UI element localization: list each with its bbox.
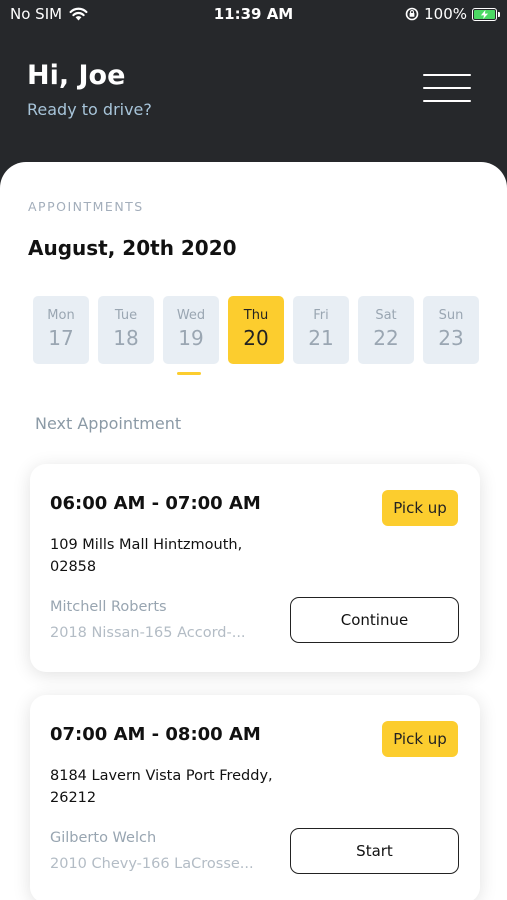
day-indicator (177, 372, 201, 375)
day-selector: Mon 17 Tue 18 Wed 19 Thu 20 Fri 21 Sat 2… (33, 296, 479, 364)
day-name: Fri (313, 308, 329, 323)
day-number: 17 (48, 326, 74, 350)
day-name: Tue (114, 308, 138, 323)
day-name: Sun (438, 308, 464, 323)
battery-charging-icon (472, 7, 500, 21)
address-line-2: 26212 (50, 790, 97, 806)
day-tue[interactable]: Tue 18 (98, 296, 154, 364)
section-label: APPOINTMENTS (28, 199, 144, 214)
address-line-1: 109 Mills Mall Hintzmouth, (50, 537, 243, 553)
day-wed[interactable]: Wed 19 (163, 296, 219, 364)
address-line-1: 8184 Lavern Vista Port Freddy, (50, 768, 273, 784)
appointment-type-badge[interactable]: Pick up (382, 721, 458, 757)
customer-name: Gilberto Welch (50, 830, 157, 846)
day-name: Thu (243, 308, 269, 323)
appointment-time: 06:00 AM - 07:00 AM (50, 493, 261, 514)
appointment-time: 07:00 AM - 08:00 AM (50, 724, 261, 745)
day-number: 18 (113, 326, 139, 350)
hamburger-menu-icon[interactable] (419, 72, 475, 104)
day-fri[interactable]: Fri 21 (293, 296, 349, 364)
day-number: 22 (373, 326, 399, 350)
day-name: Sat (375, 308, 397, 323)
vehicle-info: 2018 Nissan-165 Accord-... (50, 625, 246, 641)
day-number: 23 (438, 326, 464, 350)
day-number: 20 (243, 326, 269, 350)
appointment-address: 109 Mills Mall Hintzmouth, 02858 (50, 534, 310, 578)
appointment-card: 06:00 AM - 07:00 AM Pick up 109 Mills Ma… (30, 464, 480, 672)
appointment-card: 07:00 AM - 08:00 AM Pick up 8184 Lavern … (30, 695, 480, 900)
greeting-subtitle: Ready to drive? (27, 100, 152, 119)
address-line-2: 02858 (50, 559, 97, 575)
customer-name: Mitchell Roberts (50, 599, 167, 615)
day-thu[interactable]: Thu 20 (228, 296, 284, 364)
appointments-panel: APPOINTMENTS August, 20th 2020 Mon 17 Tu… (0, 162, 507, 900)
appointment-address: 8184 Lavern Vista Port Freddy, 26212 (50, 765, 310, 809)
status-right: 100% (405, 5, 500, 23)
day-number: 21 (308, 326, 334, 350)
date-title: August, 20th 2020 (28, 236, 237, 260)
day-sun[interactable]: Sun 23 (423, 296, 479, 364)
day-number: 19 (178, 326, 204, 350)
day-sat[interactable]: Sat 22 (358, 296, 414, 364)
continue-button[interactable]: Continue (290, 597, 459, 643)
greeting-title: Hi, Joe (27, 60, 126, 91)
day-name: Mon (47, 308, 75, 323)
orientation-lock-icon (405, 7, 419, 21)
status-bar: No SIM 11:39 AM 100% (0, 0, 507, 30)
day-mon[interactable]: Mon 17 (33, 296, 89, 364)
header: Hi, Joe Ready to drive? (0, 30, 507, 180)
appointment-type-badge[interactable]: Pick up (382, 490, 458, 526)
next-appointment-label: Next Appointment (35, 414, 182, 433)
day-name: Wed (176, 308, 206, 323)
vehicle-info: 2010 Chevy-166 LaCrosse... (50, 856, 254, 872)
battery-percent: 100% (424, 5, 467, 23)
start-button[interactable]: Start (290, 828, 459, 874)
